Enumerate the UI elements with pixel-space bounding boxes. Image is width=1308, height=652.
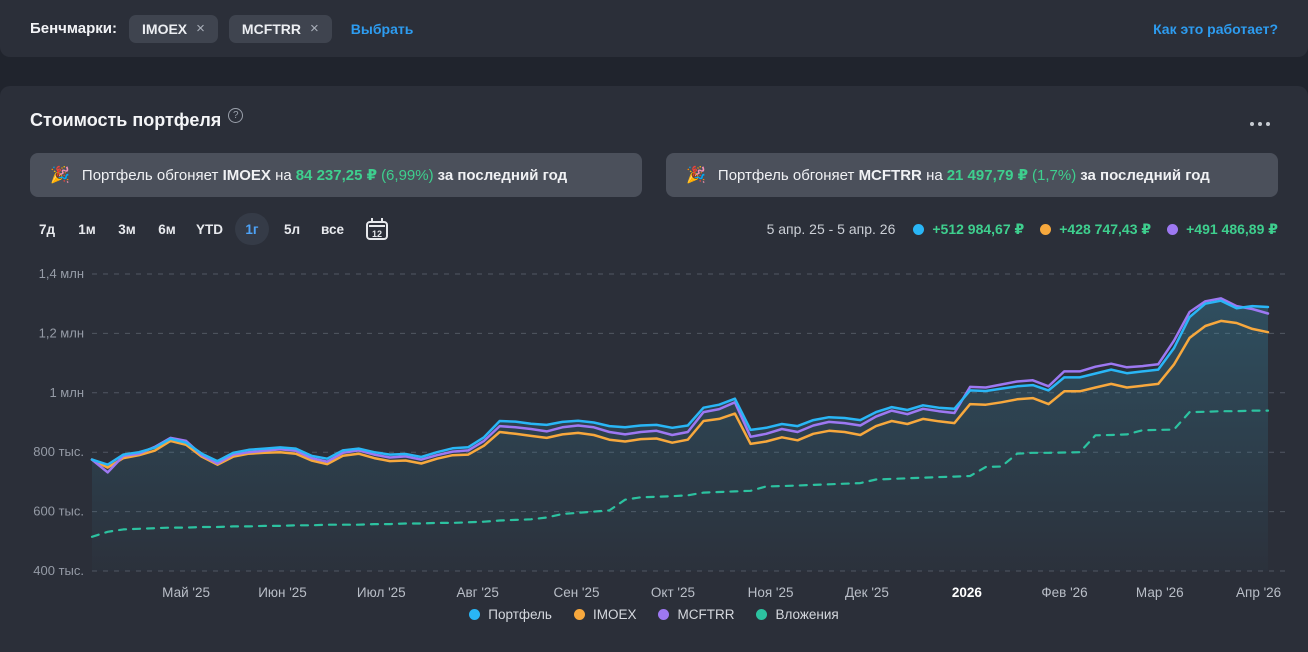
period-1y[interactable]: 1г <box>235 213 269 245</box>
benchmark-banner-mcftrr: 🎉 Портфель обгоняет MCFTRR на 21 497,79 … <box>666 153 1278 197</box>
contributions-dot-icon <box>756 609 768 620</box>
portfolio-screen: Бенчмарки: IMOEX × MCFTRR × Выбрать Как … <box>0 0 1308 652</box>
outperform-amount: 84 237,25 ₽ <box>295 167 378 184</box>
remove-benchmark-icon[interactable]: × <box>196 21 205 36</box>
svg-text:Сен '25: Сен '25 <box>553 585 599 600</box>
period-3m[interactable]: 3м <box>110 213 144 245</box>
benchmark-chip-mcftrr[interactable]: MCFTRR × <box>228 14 332 43</box>
benchmark-bar: Бенчмарки: IMOEX × MCFTRR × Выбрать Как … <box>0 0 1308 57</box>
calendar-icon[interactable]: 12 <box>365 218 388 240</box>
portfolio-dot-icon <box>913 223 925 235</box>
portfolio-value-card: Стоимость портфеля ? 🎉 Портфель обгоняет… <box>0 86 1308 652</box>
legend-contributions[interactable]: Вложения <box>756 607 839 622</box>
outperform-amount: 21 497,79 ₽ <box>946 167 1029 184</box>
mcftrr-dot-icon <box>1167 223 1179 235</box>
page-title: Стоимость портфеля <box>30 110 222 130</box>
period-ytd[interactable]: YTD <box>190 213 229 245</box>
svg-text:Июн '25: Июн '25 <box>258 585 307 600</box>
svg-text:Июл '25: Июл '25 <box>357 585 406 600</box>
benchmark-chip-imoex[interactable]: IMOEX × <box>129 14 218 43</box>
period-1m[interactable]: 1м <box>70 213 104 245</box>
date-range: 5 апр. 25 - 5 апр. 26 <box>766 221 896 237</box>
stat-imoex: +428 747,43 ₽ <box>1040 221 1151 238</box>
svg-text:Ноя '25: Ноя '25 <box>748 585 794 600</box>
select-benchmark-link[interactable]: Выбрать <box>351 21 414 37</box>
svg-text:800 тыс.: 800 тыс. <box>33 444 84 459</box>
period-all[interactable]: все <box>315 213 350 245</box>
svg-text:1 млн: 1 млн <box>49 385 84 400</box>
svg-text:Дек '25: Дек '25 <box>845 585 889 600</box>
card-title-row: Стоимость портфеля ? <box>30 108 244 131</box>
period-5y[interactable]: 5л <box>275 213 309 245</box>
party-popper-icon: 🎉 <box>50 167 70 184</box>
more-options-icon[interactable] <box>1246 118 1274 130</box>
period-7d[interactable]: 7д <box>30 213 64 245</box>
svg-text:2026: 2026 <box>952 585 983 600</box>
benchmarks-label: Бенчмарки: <box>30 20 118 37</box>
portfolio-chart[interactable]: 1,4 млн 1,2 млн 1 млн 800 тыс. 600 тыс. 400 т… <box>0 262 1308 607</box>
period-6m[interactable]: 6м <box>150 213 184 245</box>
remove-benchmark-icon[interactable]: × <box>310 21 319 36</box>
how-it-works-link[interactable]: Как это работает? <box>1153 21 1278 37</box>
legend-portfolio[interactable]: Портфель <box>469 607 552 622</box>
portfolio-dot-icon <box>469 609 481 620</box>
svg-text:1,2 млн: 1,2 млн <box>39 325 84 340</box>
outperform-percent: (6,99%) <box>381 166 434 184</box>
svg-text:Апр '26: Апр '26 <box>1236 585 1281 600</box>
range-summary: 5 апр. 25 - 5 апр. 26 +512 984,67 ₽ +428… <box>767 221 1278 238</box>
party-popper-icon: 🎉 <box>686 167 706 184</box>
svg-text:Окт '25: Окт '25 <box>651 585 695 600</box>
help-icon[interactable]: ? <box>228 108 244 123</box>
stat-portfolio: +512 984,67 ₽ <box>913 221 1024 238</box>
svg-text:Мар '26: Мар '26 <box>1136 585 1184 600</box>
svg-text:600 тыс.: 600 тыс. <box>33 504 84 519</box>
benchmark-banner-imoex: 🎉 Портфель обгоняет IMOEX на 84 237,25 ₽… <box>30 153 642 197</box>
period-selector: 7д 1м 3м 6м YTD 1г 5л все 12 <box>30 213 388 245</box>
svg-text:Фев '26: Фев '26 <box>1041 585 1087 600</box>
svg-text:400 тыс.: 400 тыс. <box>33 563 84 578</box>
legend-mcftrr[interactable]: MCFTRR <box>658 607 734 622</box>
mcftrr-dot-icon <box>658 609 670 620</box>
outperform-percent: (1,7%) <box>1032 166 1077 184</box>
legend-imoex[interactable]: IMOEX <box>573 607 636 622</box>
chart-controls: 7д 1м 3м 6м YTD 1г 5л все 12 5 апр. 25 -… <box>30 213 1278 245</box>
stat-mcftrr: +491 486,89 ₽ <box>1167 221 1278 238</box>
svg-text:1,4 млн: 1,4 млн <box>39 266 84 281</box>
imoex-dot-icon <box>573 609 585 620</box>
svg-text:Авг '25: Авг '25 <box>457 585 499 600</box>
imoex-dot-icon <box>1040 223 1052 235</box>
chart-legend: Портфель IMOEX MCFTRR Вложения <box>0 607 1308 622</box>
svg-text:Май '25: Май '25 <box>162 585 210 600</box>
